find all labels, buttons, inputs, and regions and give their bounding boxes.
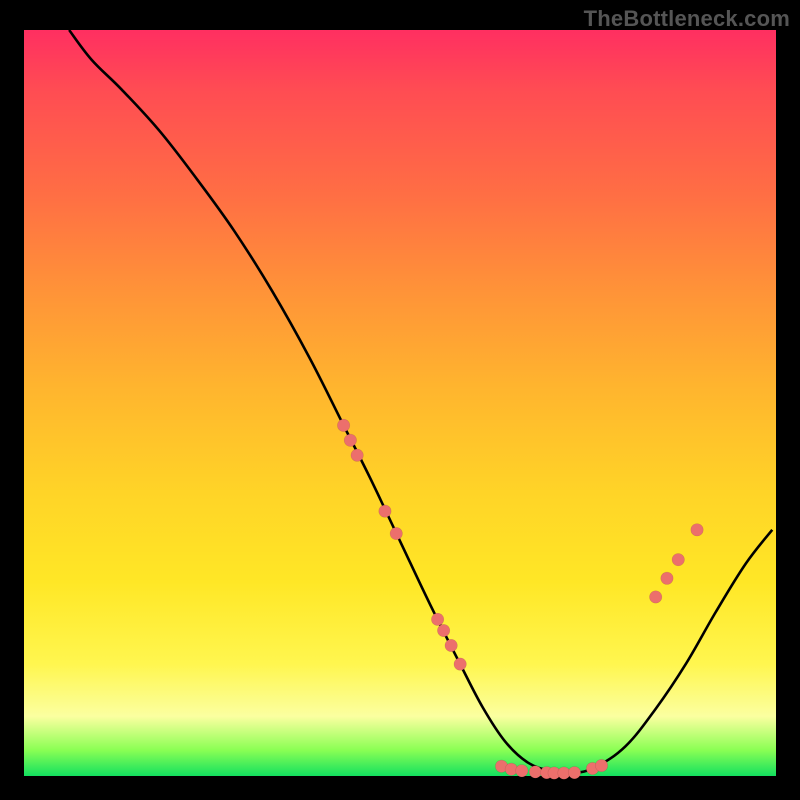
highlight-dot <box>454 658 466 670</box>
highlight-dot <box>516 765 528 777</box>
highlight-dot <box>344 434 356 446</box>
bottleneck-curve <box>69 30 772 773</box>
highlight-dot <box>691 524 703 536</box>
highlight-dot <box>437 624 449 636</box>
chart-frame: TheBottleneck.com <box>0 0 800 800</box>
highlight-dot <box>595 759 607 771</box>
highlight-dot <box>379 505 391 517</box>
highlight-dot <box>431 613 443 625</box>
highlight-dot <box>568 766 580 778</box>
highlight-dot <box>661 572 673 584</box>
highlight-dots-group <box>337 419 703 779</box>
highlight-dot <box>649 591 661 603</box>
highlight-dot <box>529 766 541 778</box>
highlight-dot <box>390 527 402 539</box>
highlight-dot <box>337 419 349 431</box>
highlight-dot <box>445 639 457 651</box>
highlight-dot <box>672 553 684 565</box>
watermark-label: TheBottleneck.com <box>584 6 790 32</box>
highlight-dot <box>351 449 363 461</box>
chart-svg-layer <box>24 30 776 776</box>
